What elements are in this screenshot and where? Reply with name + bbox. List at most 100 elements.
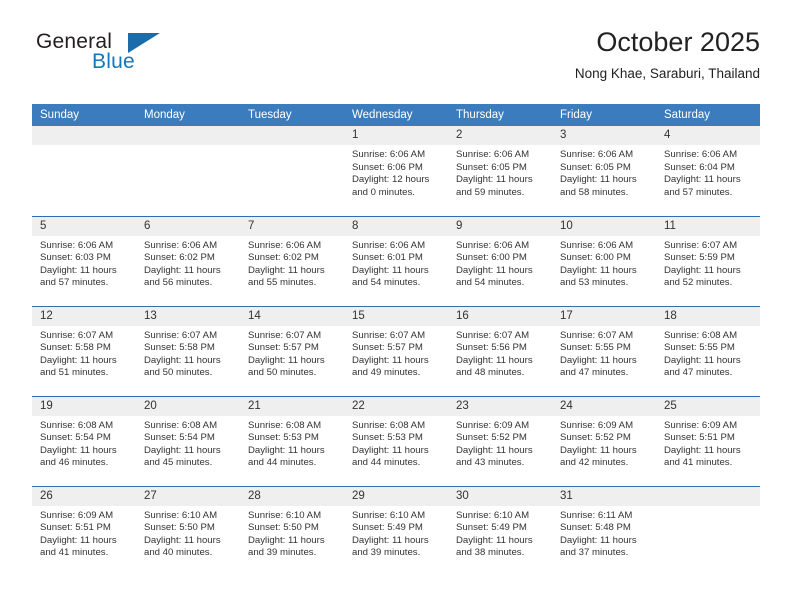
day-details: Sunrise: 6:08 AM Sunset: 5:55 PM Daylight:…: [656, 326, 760, 380]
daylight-duration-line2: and 41 minutes.: [664, 457, 733, 469]
sunrise-time: Sunrise: 6:08 AM: [40, 419, 114, 431]
daylight-duration-line2: and 56 minutes.: [144, 277, 213, 289]
sunrise-time: Sunrise: 6:10 AM: [144, 509, 218, 521]
sunrise-time: Sunrise: 6:09 AM: [664, 419, 738, 431]
calendar-day-cell[interactable]: 15 Sunrise: 6:07 AM Sunset: 5:57 PM Dayligh…: [344, 305, 448, 396]
calendar-day-cell[interactable]: 4 Sunrise: 6:06 AM Sunset: 6:04 PM Daylight…: [656, 126, 760, 216]
day-number: 16: [448, 306, 552, 326]
sunrise-time: Sunrise: 6:07 AM: [40, 329, 114, 341]
calendar-day-cell[interactable]: 27 Sunrise: 6:10 AM Sunset: 5:50 PM Dayligh…: [136, 485, 240, 576]
day-details: Sunrise: 6:06 AM Sunset: 6:02 PM Daylight:…: [240, 236, 344, 290]
day-number: 19: [32, 396, 136, 416]
day-details: Sunrise: 6:07 AM Sunset: 5:58 PM Daylight:…: [136, 326, 240, 380]
daylight-duration-line1: Daylight: 11 hours: [248, 444, 325, 456]
calendar-day-cell[interactable]: 11 Sunrise: 6:07 AM Sunset: 5:59 PM Dayligh…: [656, 215, 760, 306]
calendar-day-cell[interactable]: 2 Sunrise: 6:06 AM Sunset: 6:05 PM Daylight…: [448, 126, 552, 216]
calendar-day-cell[interactable]: 22 Sunrise: 6:08 AM Sunset: 5:53 PM Dayligh…: [344, 395, 448, 486]
daylight-duration-line2: and 51 minutes.: [40, 367, 109, 379]
calendar-day-cell[interactable]: 26 Sunrise: 6:09 AM Sunset: 5:51 PM Dayligh…: [32, 485, 136, 576]
day-number: 27: [136, 486, 240, 506]
daylight-duration-line1: Daylight: 11 hours: [144, 354, 221, 366]
daylight-duration-line2: and 47 minutes.: [560, 367, 629, 379]
sunrise-time: Sunrise: 6:06 AM: [144, 239, 218, 251]
sunrise-time: Sunrise: 6:08 AM: [664, 329, 738, 341]
day-number: 14: [240, 306, 344, 326]
day-details: Sunrise: 6:06 AM Sunset: 6:01 PM Daylight:…: [344, 236, 448, 290]
weekday-header-saturday: Saturday: [656, 104, 760, 126]
calendar-day-cell[interactable]: 30 Sunrise: 6:10 AM Sunset: 5:49 PM Dayligh…: [448, 485, 552, 576]
sunset-time: Sunset: 5:50 PM: [144, 522, 215, 534]
day-number: 29: [344, 486, 448, 506]
sunrise-time: Sunrise: 6:10 AM: [248, 509, 322, 521]
sunrise-time: Sunrise: 6:06 AM: [664, 149, 738, 160]
calendar-day-cell[interactable]: 14 Sunrise: 6:07 AM Sunset: 5:57 PM Dayligh…: [240, 305, 344, 396]
day-details: Sunrise: 6:07 AM Sunset: 5:57 PM Daylight:…: [240, 326, 344, 380]
sunrise-time: Sunrise: 6:07 AM: [664, 239, 738, 251]
sunrise-time: Sunrise: 6:07 AM: [248, 329, 322, 341]
calendar-day-cell[interactable]: 25 Sunrise: 6:09 AM Sunset: 5:51 PM Dayligh…: [656, 395, 760, 486]
daylight-duration-line1: Daylight: 11 hours: [664, 444, 741, 456]
calendar-day-cell[interactable]: 20 Sunrise: 6:08 AM Sunset: 5:54 PM Dayligh…: [136, 395, 240, 486]
calendar-day-cell[interactable]: 10 Sunrise: 6:06 AM Sunset: 6:00 PM Dayligh…: [552, 215, 656, 306]
sunset-time: Sunset: 5:51 PM: [40, 522, 111, 534]
calendar-day-cell[interactable]: 8 Sunrise: 6:06 AM Sunset: 6:01 PM Daylight…: [344, 215, 448, 306]
sunset-time: Sunset: 5:50 PM: [248, 522, 319, 534]
calendar-day-cell[interactable]: 24 Sunrise: 6:09 AM Sunset: 5:52 PM Dayligh…: [552, 395, 656, 486]
daylight-duration-line1: Daylight: 11 hours: [248, 354, 325, 366]
day-details: Sunrise: 6:09 AM Sunset: 5:52 PM Daylight:…: [448, 416, 552, 470]
calendar-day-cell[interactable]: 1 Sunrise: 6:06 AM Sunset: 6:06 PM Daylight…: [344, 126, 448, 216]
calendar-day-cell[interactable]: 16 Sunrise: 6:07 AM Sunset: 5:56 PM Dayligh…: [448, 305, 552, 396]
calendar-day-cell[interactable]: 13 Sunrise: 6:07 AM Sunset: 5:58 PM Dayligh…: [136, 305, 240, 396]
day-number: 24: [552, 396, 656, 416]
day-details: Sunrise: 6:08 AM Sunset: 5:53 PM Daylight:…: [344, 416, 448, 470]
sunset-time: Sunset: 5:52 PM: [456, 432, 527, 444]
sunset-time: Sunset: 5:56 PM: [456, 342, 527, 354]
sunset-time: Sunset: 5:55 PM: [560, 342, 631, 354]
calendar-day-cell[interactable]: 5 Sunrise: 6:06 AM Sunset: 6:03 PM Daylight…: [32, 215, 136, 306]
day-details: Sunrise: 6:08 AM Sunset: 5:53 PM Daylight:…: [240, 416, 344, 470]
sunrise-time: Sunrise: 6:09 AM: [40, 509, 114, 521]
sunrise-time: Sunrise: 6:06 AM: [352, 149, 426, 160]
calendar-day-cell[interactable]: 28 Sunrise: 6:10 AM Sunset: 5:50 PM Dayligh…: [240, 485, 344, 576]
day-number: [656, 486, 760, 506]
calendar-day-cell[interactable]: 9 Sunrise: 6:06 AM Sunset: 6:00 PM Daylight…: [448, 215, 552, 306]
day-number: 3: [552, 126, 656, 145]
daylight-duration-line2: and 58 minutes.: [560, 186, 629, 198]
logo-text-blue: Blue: [92, 50, 135, 73]
sunset-time: Sunset: 5:52 PM: [560, 432, 631, 444]
daylight-duration-line2: and 59 minutes.: [456, 186, 525, 198]
calendar-day-cell[interactable]: 21 Sunrise: 6:08 AM Sunset: 5:53 PM Dayligh…: [240, 395, 344, 486]
daylight-duration-line2: and 52 minutes.: [664, 277, 733, 289]
sunset-time: Sunset: 5:58 PM: [40, 342, 111, 354]
daylight-duration-line2: and 49 minutes.: [352, 367, 421, 379]
calendar-day-cell[interactable]: 12 Sunrise: 6:07 AM Sunset: 5:58 PM Dayligh…: [32, 305, 136, 396]
calendar-day-cell[interactable]: 18 Sunrise: 6:08 AM Sunset: 5:55 PM Dayligh…: [656, 305, 760, 396]
calendar-day-cell[interactable]: 29 Sunrise: 6:10 AM Sunset: 5:49 PM Dayligh…: [344, 485, 448, 576]
logo-general-blue[interactable]: General Blue: [32, 30, 242, 86]
daylight-duration-line1: Daylight: 11 hours: [144, 534, 221, 546]
calendar-day-cell[interactable]: 19 Sunrise: 6:08 AM Sunset: 5:54 PM Dayligh…: [32, 395, 136, 486]
calendar-grid: Sunday Monday Tuesday Wednesday Thursday…: [32, 104, 760, 576]
sunrise-time: Sunrise: 6:10 AM: [456, 509, 530, 521]
day-number: 7: [240, 216, 344, 236]
calendar-day-cell[interactable]: 17 Sunrise: 6:07 AM Sunset: 5:55 PM Dayligh…: [552, 305, 656, 396]
daylight-duration-line2: and 57 minutes.: [664, 186, 733, 198]
sunrise-time: Sunrise: 6:08 AM: [144, 419, 218, 431]
calendar-day-cell[interactable]: 7 Sunrise: 6:06 AM Sunset: 6:02 PM Daylight…: [240, 215, 344, 306]
calendar-day-cell[interactable]: 3 Sunrise: 6:06 AM Sunset: 6:05 PM Daylight…: [552, 126, 656, 216]
day-details: Sunrise: 6:09 AM Sunset: 5:51 PM Daylight:…: [656, 416, 760, 470]
calendar-day-cell[interactable]: 6 Sunrise: 6:06 AM Sunset: 6:02 PM Daylight…: [136, 215, 240, 306]
calendar-day-cell[interactable]: 23 Sunrise: 6:09 AM Sunset: 5:52 PM Dayligh…: [448, 395, 552, 486]
calendar-day-cell[interactable]: 31 Sunrise: 6:11 AM Sunset: 5:48 PM Dayligh…: [552, 485, 656, 576]
sunrise-time: Sunrise: 6:06 AM: [560, 149, 634, 160]
sunset-time: Sunset: 5:57 PM: [352, 342, 423, 354]
sunrise-time: Sunrise: 6:06 AM: [560, 239, 634, 251]
day-number: 2: [448, 126, 552, 145]
day-number: 26: [32, 486, 136, 506]
day-number: 13: [136, 306, 240, 326]
day-number: 25: [656, 396, 760, 416]
daylight-duration-line2: and 39 minutes.: [352, 547, 421, 559]
day-details: Sunrise: 6:09 AM Sunset: 5:52 PM Daylight:…: [552, 416, 656, 470]
sunrise-time: Sunrise: 6:11 AM: [560, 509, 633, 521]
weekday-header-tuesday: Tuesday: [240, 104, 344, 126]
